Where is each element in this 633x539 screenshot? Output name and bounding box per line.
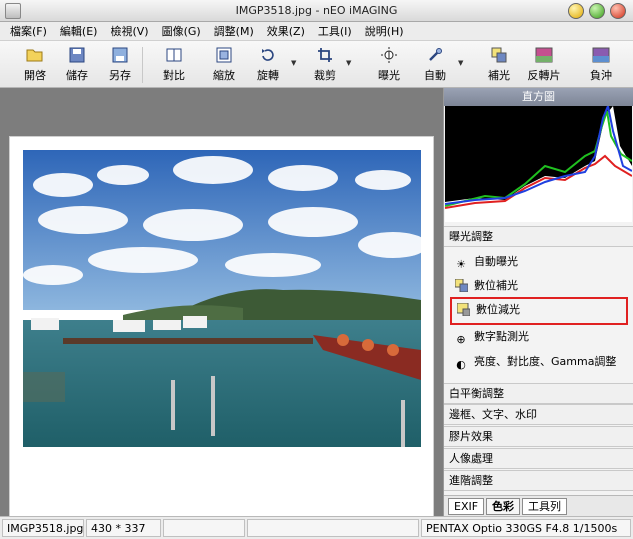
fill-light-small-icon (454, 278, 468, 293)
panel-tabs: EXIF 色彩 工具列 (444, 495, 633, 516)
menu-view[interactable]: 檢視(V) (104, 23, 155, 39)
status-bar: IMGP3518.jpg 430 * 337 PENTAX Optio 330G… (0, 516, 633, 539)
toolbar-separator (142, 47, 143, 83)
sun-exposure-icon: ☀ (456, 258, 466, 271)
save-as-icon (111, 47, 129, 64)
invert-button[interactable]: 反轉片 (527, 45, 561, 85)
exposure-icon (380, 47, 398, 64)
status-dimensions: 430 * 337 (86, 519, 161, 537)
close-button[interactable] (610, 3, 626, 19)
advanced-adjust-section[interactable]: 進階調整 (444, 470, 633, 491)
frame-text-watermark-section[interactable]: 邊框、文字、水印 (444, 404, 633, 425)
auto-dropdown-arrow[interactable]: ▼ (458, 59, 466, 69)
fill-light-button[interactable]: 補光 (482, 45, 516, 85)
save-button[interactable]: 儲存 (60, 45, 94, 85)
menu-tools[interactable]: 工具(I) (312, 23, 359, 39)
portrait-section[interactable]: 人像處理 (444, 448, 633, 469)
menu-edit[interactable]: 編輯(E) (54, 23, 105, 39)
rotate-button[interactable]: 旋轉 (251, 45, 285, 85)
photo-preview[interactable] (23, 150, 421, 447)
folder-open-icon (26, 47, 44, 64)
status-camera-info: PENTAX Optio 330GS F4.8 1/1500s (421, 519, 631, 537)
crop-button[interactable]: 裁剪 (308, 45, 342, 85)
histogram-graph (445, 106, 632, 222)
crop-icon (316, 47, 334, 64)
rotate-icon (259, 47, 277, 64)
crosshair-icon: ⊕ (456, 333, 466, 346)
maximize-button[interactable] (589, 3, 605, 19)
film-effects-section[interactable]: 膠片效果 (444, 426, 633, 447)
exposure-button[interactable]: 曝光 (372, 45, 406, 85)
title-bar: IMGP3518.jpg - nEO iMAGING (0, 0, 633, 22)
menu-adjust[interactable]: 調整(M) (208, 23, 261, 39)
right-panel: 直方圖 曝光調整 ☀ 自動曝光 數位補光 數位減光 ⊕ 數字點測光 ◐ 亮度、對比度、… (443, 88, 633, 516)
negative-button[interactable]: 負沖 (584, 45, 618, 85)
status-filename: IMGP3518.jpg (2, 519, 84, 537)
menu-image[interactable]: 圖像(G) (156, 23, 208, 39)
compare-icon (165, 47, 183, 64)
zoom-button[interactable]: 縮放 (207, 45, 241, 85)
compare-button[interactable]: 對比 (157, 45, 191, 85)
invert-film-icon (535, 47, 553, 64)
save-disk-icon (68, 47, 86, 64)
tab-exif[interactable]: EXIF (448, 498, 485, 515)
menu-help[interactable]: 說明(H) (359, 23, 411, 39)
fill-light-icon (490, 47, 508, 64)
window-title: IMGP3518.jpg - nEO iMAGING (235, 4, 398, 17)
status-empty-1 (163, 519, 245, 537)
rotate-dropdown-arrow[interactable]: ▼ (291, 59, 299, 69)
toolbar: 開啓 儲存 另存 對比 縮放 旋轉 ▼ 裁剪 ▼ 曝光 自動 ▼ 補光 反轉片 … (0, 41, 633, 88)
status-empty-2 (247, 519, 419, 537)
tab-toolbar[interactable]: 工具列 (522, 498, 567, 515)
zoom-icon (215, 47, 233, 64)
save-as-button[interactable]: 另存 (103, 45, 137, 85)
open-button[interactable]: 開啓 (18, 45, 52, 85)
digital-reduce-light-item[interactable]: 數位減光 (450, 297, 628, 325)
auto-wand-icon (426, 47, 444, 64)
white-balance-section[interactable]: 白平衡調整 (444, 383, 633, 404)
exposure-section-title[interactable]: 曝光調整 (444, 226, 633, 247)
auto-exposure-item[interactable]: ☀ 自動曝光 (450, 251, 628, 273)
spot-metering-item[interactable]: ⊕ 數字點測光 (450, 326, 628, 348)
minimize-button[interactable] (568, 3, 584, 19)
image-canvas[interactable] (9, 136, 434, 539)
menu-effects[interactable]: 效果(Z) (261, 23, 312, 39)
histogram-title: 直方圖 (444, 88, 633, 106)
negative-icon (592, 47, 610, 64)
crop-dropdown-arrow[interactable]: ▼ (346, 59, 354, 69)
brightness-contrast-item[interactable]: ◐ 亮度、對比度、Gamma調整 (450, 351, 628, 373)
digital-fill-light-item[interactable]: 數位補光 (450, 275, 628, 297)
image-workspace[interactable] (0, 88, 443, 539)
menu-bar: 檔案(F) 編輯(E) 檢視(V) 圖像(G) 調整(M) 效果(Z) 工具(I… (0, 22, 633, 41)
menu-file[interactable]: 檔案(F) (4, 23, 54, 39)
reduce-light-small-icon (456, 302, 470, 317)
auto-button[interactable]: 自動 (418, 45, 452, 85)
tab-color[interactable]: 色彩 (486, 498, 520, 515)
contrast-icon: ◐ (456, 358, 466, 371)
